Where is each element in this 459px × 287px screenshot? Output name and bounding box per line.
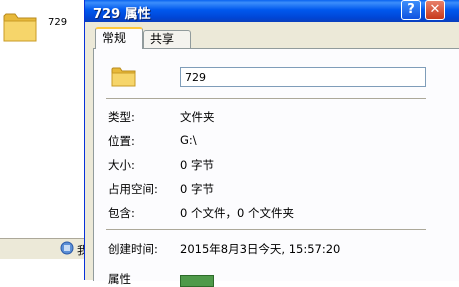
created-label: 创建时间: (108, 242, 158, 256)
location-label: 位置: (108, 134, 135, 148)
explorer-bottom-strip (0, 259, 84, 280)
folder-name-field[interactable] (180, 67, 426, 87)
contains-label: 包含: (108, 206, 135, 220)
properties-dialog: 729 属性 ? ✕ 常规 共享 类型: 文件夹 位置: G:\ 大小: 0 字… (84, 0, 459, 287)
created-value: 2015年8月3日今天, 15:57:20 (180, 242, 341, 256)
size-value: 0 字节 (180, 158, 214, 172)
dialog-title: 729 属性 (93, 7, 151, 22)
type-value: 文件夹 (180, 110, 215, 124)
size-on-disk-label: 占用空间: (108, 182, 158, 196)
attributes-label: 属性 (108, 272, 131, 286)
title-bar[interactable]: 729 属性 ? ✕ (85, 0, 459, 22)
size-label: 大小: (108, 158, 135, 172)
tab-general[interactable]: 常规 (95, 27, 143, 49)
divider (106, 98, 426, 99)
computer-icon (60, 241, 74, 258)
type-label: 类型: (108, 110, 135, 124)
status-bar: 我 (0, 238, 88, 260)
close-button[interactable]: ✕ (425, 0, 445, 20)
contains-value: 0 个文件，0 个文件夹 (180, 206, 294, 220)
divider (106, 229, 426, 230)
attribute-checkbox[interactable] (180, 275, 214, 287)
size-on-disk-value: 0 字节 (180, 182, 214, 196)
folder-icon[interactable] (2, 8, 40, 47)
help-button[interactable]: ? (401, 0, 421, 20)
explorer-background: 729 我 (0, 0, 88, 280)
location-value: G:\ (180, 133, 197, 147)
general-tab-panel: 类型: 文件夹 位置: G:\ 大小: 0 字节 占用空间: 0 字节 包含: … (93, 48, 459, 287)
folder-icon (110, 63, 138, 92)
tab-sharing[interactable]: 共享 (143, 30, 191, 48)
folder-label[interactable]: 729 (48, 17, 67, 28)
